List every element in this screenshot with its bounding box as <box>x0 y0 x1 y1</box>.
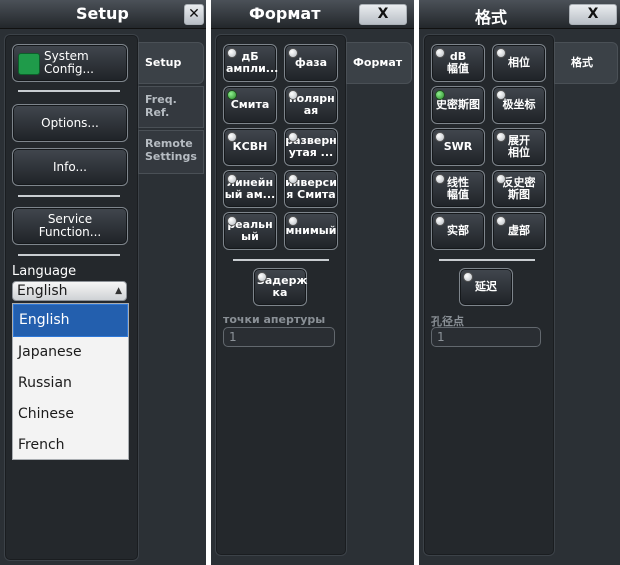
format-title-zh: 格式 <box>475 8 508 27</box>
tab-format-ru[interactable]: Формат <box>346 42 412 84</box>
wrench-icon <box>18 53 40 75</box>
format-btn-imaginary[interactable]: мнимый <box>284 212 338 250</box>
btn-label: SWR <box>443 140 473 153</box>
btn-label: 极坐标 <box>502 98 536 111</box>
system-config-button[interactable]: System Config... <box>12 44 128 82</box>
format-btn-smith-zh[interactable]: 史密斯图 <box>431 86 485 124</box>
format-close-button-zh[interactable]: X <box>569 4 617 25</box>
btn-label: 史密斯图 <box>436 98 480 111</box>
led-icon <box>435 48 445 58</box>
format-btn-phase[interactable]: фаза <box>284 44 338 82</box>
btn-label: 展开 相位 <box>508 134 530 159</box>
led-icon <box>496 174 506 184</box>
format-panel-russian: Формат X дБ ампли... фаза Смита полярн а… <box>211 0 414 565</box>
format-btn-unwrapped-phase-zh[interactable]: 展开 相位 <box>492 128 546 166</box>
tab-setup[interactable]: Setup <box>138 42 204 84</box>
format-titlebar-ru: Формат X <box>211 0 414 29</box>
language-dropdown: English Japanese Russian Chinese French <box>12 303 129 460</box>
format-btn-delay-zh[interactable]: 延迟 <box>459 268 513 306</box>
format-btn-real[interactable]: реальн ый <box>223 212 277 250</box>
language-option-japanese[interactable]: Japanese <box>13 337 128 368</box>
led-icon <box>496 90 506 100</box>
led-icon <box>463 272 473 282</box>
aperture-points-input-zh[interactable]: 1 <box>431 327 541 347</box>
btn-label: 相位 <box>508 56 530 69</box>
aperture-points-input[interactable]: 1 <box>223 327 335 347</box>
format-btn-db-magnitude[interactable]: дБ ампли... <box>223 44 278 82</box>
setup-titlebar: Setup ✕ <box>0 0 206 29</box>
led-icon <box>227 132 237 142</box>
format-btn-real-zh[interactable]: 实部 <box>431 212 485 250</box>
btn-label: КСВН <box>232 140 268 153</box>
tab-format-zh[interactable]: 格式 <box>554 42 618 84</box>
led-active-icon <box>435 90 445 100</box>
btn-label: 线性 幅值 <box>447 176 469 201</box>
led-icon <box>435 216 445 226</box>
format-btn-swr[interactable]: КСВН <box>223 128 277 166</box>
format-btn-inverted-smith-zh[interactable]: 反史密 斯图 <box>492 170 546 208</box>
format-btn-linear-magnitude[interactable]: линейн ый ам... <box>223 170 277 208</box>
language-select[interactable]: English ▲ <box>12 281 127 301</box>
aperture-points-label: точки апертуры <box>223 313 326 326</box>
language-select-value: English <box>17 283 68 299</box>
language-option-french[interactable]: French <box>13 430 128 461</box>
led-icon <box>227 48 237 58</box>
format-btn-phase-zh[interactable]: 相位 <box>492 44 546 82</box>
format-btn-delay[interactable]: Задерж ка <box>253 268 307 306</box>
chevron-updown-icon: ▲ <box>115 286 122 296</box>
btn-label: фаза <box>294 56 328 69</box>
language-option-russian[interactable]: Russian <box>13 368 128 399</box>
language-label: Language <box>12 264 77 279</box>
format-panel-chinese: 格式 X dB 幅值 相位 史密斯图 极坐标 SWR 展开 相位 线性 幅值 反… <box>419 0 620 565</box>
format-btn-unwrapped-phase[interactable]: разверн утая ... <box>284 128 338 166</box>
format-btn-polar[interactable]: полярн ая <box>284 86 338 124</box>
led-icon <box>288 90 298 100</box>
format-title-ru: Формат <box>249 4 321 23</box>
separator <box>233 259 329 261</box>
led-icon <box>435 132 445 142</box>
led-icon <box>496 132 506 142</box>
format-btn-imaginary-zh[interactable]: 虚部 <box>492 212 546 250</box>
system-config-label: System Config... <box>44 49 94 76</box>
btn-label: Смита <box>230 98 270 111</box>
btn-label: 实部 <box>447 224 469 237</box>
info-button[interactable]: Info... <box>12 148 128 186</box>
format-btn-swr-zh[interactable]: SWR <box>431 128 485 166</box>
led-icon <box>288 174 298 184</box>
format-titlebar-zh: 格式 X <box>419 0 620 29</box>
separator <box>439 259 535 261</box>
led-icon <box>435 174 445 184</box>
led-icon <box>257 272 267 282</box>
format-btn-smith[interactable]: Смита <box>223 86 277 124</box>
btn-label: мнимый <box>285 224 337 237</box>
btn-label: dB 幅值 <box>447 50 469 75</box>
led-active-icon <box>227 90 237 100</box>
tab-freq-ref[interactable]: Freq. Ref. <box>138 86 204 128</box>
led-icon <box>227 216 237 226</box>
led-icon <box>496 48 506 58</box>
separator <box>18 90 120 92</box>
separator <box>18 254 120 256</box>
format-close-button-ru[interactable]: X <box>359 4 407 25</box>
separator <box>18 195 120 197</box>
format-btn-inverted-smith[interactable]: инверси я Смита <box>284 170 338 208</box>
format-btn-linear-magnitude-zh[interactable]: 线性 幅值 <box>431 170 485 208</box>
setup-title: Setup <box>76 4 129 23</box>
format-btn-db-magnitude-zh[interactable]: dB 幅值 <box>431 44 485 82</box>
led-icon <box>288 48 298 58</box>
btn-label: 延迟 <box>475 280 497 293</box>
tab-remote-settings[interactable]: Remote Settings <box>138 130 204 174</box>
format-btn-polar-zh[interactable]: 极坐标 <box>492 86 546 124</box>
setup-panel: Setup ✕ System Config... Options... Info… <box>0 0 206 565</box>
led-icon <box>288 132 298 142</box>
btn-label: 虚部 <box>508 224 530 237</box>
led-icon <box>227 174 237 184</box>
setup-close-button[interactable]: ✕ <box>184 4 204 25</box>
service-function-button[interactable]: Service Function... <box>12 207 128 245</box>
language-option-english[interactable]: English <box>13 304 128 337</box>
led-icon <box>288 216 298 226</box>
led-icon <box>496 216 506 226</box>
language-option-chinese[interactable]: Chinese <box>13 399 128 430</box>
options-button[interactable]: Options... <box>12 104 128 142</box>
